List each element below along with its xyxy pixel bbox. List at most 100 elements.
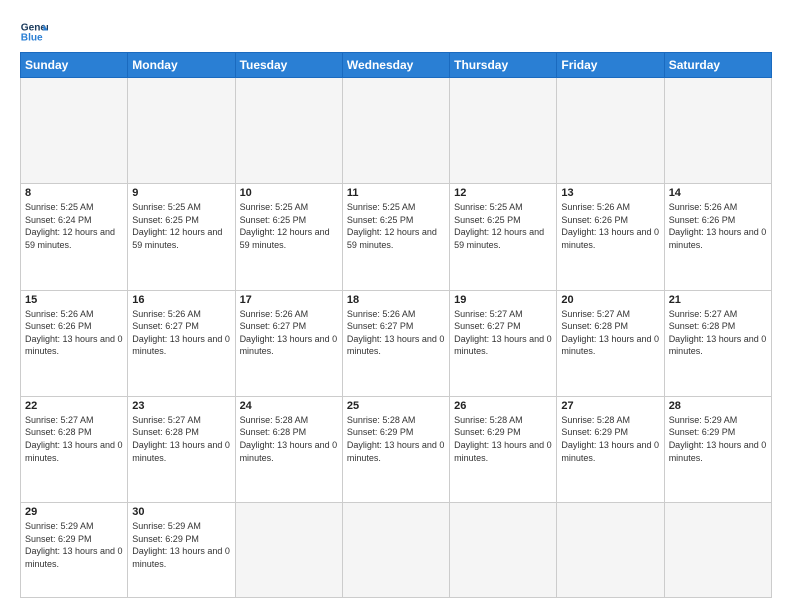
calendar-week-4: 22 Sunrise: 5:27 AMSunset: 6:28 PMDayligh… [21,396,772,502]
day-info: Sunrise: 5:28 AMSunset: 6:29 PMDaylight:… [561,415,659,463]
weekday-header-tuesday: Tuesday [235,53,342,78]
calendar-day-10: 10 Sunrise: 5:25 AMSunset: 6:25 PMDayligh… [235,184,342,290]
calendar-header-row: SundayMondayTuesdayWednesdayThursdayFrid… [21,53,772,78]
calendar-day-15: 15 Sunrise: 5:26 AMSunset: 6:26 PMDayligh… [21,290,128,396]
calendar-day-27: 27 Sunrise: 5:28 AMSunset: 6:29 PMDayligh… [557,396,664,502]
day-info: Sunrise: 5:25 AMSunset: 6:25 PMDaylight:… [347,202,437,250]
day-info: Sunrise: 5:26 AMSunset: 6:26 PMDaylight:… [25,309,123,357]
calendar-empty [21,78,128,184]
calendar-day-14: 14 Sunrise: 5:26 AMSunset: 6:26 PMDayligh… [664,184,771,290]
day-number: 28 [669,400,767,412]
day-info: Sunrise: 5:29 AMSunset: 6:29 PMDaylight:… [25,521,123,569]
day-info: Sunrise: 5:27 AMSunset: 6:28 PMDaylight:… [132,415,230,463]
weekday-header-saturday: Saturday [664,53,771,78]
calendar-empty [664,78,771,184]
day-info: Sunrise: 5:25 AMSunset: 6:24 PMDaylight:… [25,202,115,250]
calendar-day-26: 26 Sunrise: 5:28 AMSunset: 6:29 PMDayligh… [450,396,557,502]
calendar-week-1 [21,78,772,184]
day-info: Sunrise: 5:26 AMSunset: 6:26 PMDaylight:… [669,202,767,250]
day-number: 18 [347,294,445,306]
calendar-day-23: 23 Sunrise: 5:27 AMSunset: 6:28 PMDayligh… [128,396,235,502]
calendar-day-24: 24 Sunrise: 5:28 AMSunset: 6:28 PMDayligh… [235,396,342,502]
day-number: 9 [132,187,230,199]
calendar-day-19: 19 Sunrise: 5:27 AMSunset: 6:27 PMDayligh… [450,290,557,396]
svg-text:Blue: Blue [21,33,43,44]
calendar-day-22: 22 Sunrise: 5:27 AMSunset: 6:28 PMDayligh… [21,396,128,502]
day-number: 27 [561,400,659,412]
calendar-week-3: 15 Sunrise: 5:26 AMSunset: 6:26 PMDayligh… [21,290,772,396]
logo-icon: General Blue [20,18,48,46]
calendar-empty [450,503,557,598]
day-number: 29 [25,506,123,518]
calendar-empty [342,503,449,598]
calendar-day-12: 12 Sunrise: 5:25 AMSunset: 6:25 PMDayligh… [450,184,557,290]
calendar-table: SundayMondayTuesdayWednesdayThursdayFrid… [20,52,772,598]
calendar-day-16: 16 Sunrise: 5:26 AMSunset: 6:27 PMDayligh… [128,290,235,396]
calendar-day-13: 13 Sunrise: 5:26 AMSunset: 6:26 PMDayligh… [557,184,664,290]
day-number: 21 [669,294,767,306]
day-info: Sunrise: 5:28 AMSunset: 6:28 PMDaylight:… [240,415,338,463]
day-number: 12 [454,187,552,199]
calendar-empty [557,78,664,184]
day-info: Sunrise: 5:28 AMSunset: 6:29 PMDaylight:… [454,415,552,463]
calendar-day-21: 21 Sunrise: 5:27 AMSunset: 6:28 PMDayligh… [664,290,771,396]
day-number: 14 [669,187,767,199]
calendar-day-11: 11 Sunrise: 5:25 AMSunset: 6:25 PMDayligh… [342,184,449,290]
day-info: Sunrise: 5:25 AMSunset: 6:25 PMDaylight:… [240,202,330,250]
day-number: 13 [561,187,659,199]
logo: General Blue [20,18,48,46]
day-number: 25 [347,400,445,412]
weekday-header-sunday: Sunday [21,53,128,78]
calendar-empty [235,78,342,184]
calendar-day-25: 25 Sunrise: 5:28 AMSunset: 6:29 PMDayligh… [342,396,449,502]
day-info: Sunrise: 5:25 AMSunset: 6:25 PMDaylight:… [132,202,222,250]
day-number: 15 [25,294,123,306]
calendar-day-9: 9 Sunrise: 5:25 AMSunset: 6:25 PMDaylight… [128,184,235,290]
calendar-week-2: 8 Sunrise: 5:25 AMSunset: 6:24 PMDaylight… [21,184,772,290]
day-info: Sunrise: 5:26 AMSunset: 6:27 PMDaylight:… [240,309,338,357]
calendar-empty [664,503,771,598]
day-number: 16 [132,294,230,306]
calendar-empty [235,503,342,598]
calendar-day-30: 30 Sunrise: 5:29 AMSunset: 6:29 PMDayligh… [128,503,235,598]
day-info: Sunrise: 5:27 AMSunset: 6:28 PMDaylight:… [669,309,767,357]
day-info: Sunrise: 5:26 AMSunset: 6:26 PMDaylight:… [561,202,659,250]
page: General Blue SundayMondayTuesdayWednesda… [0,0,792,612]
day-number: 26 [454,400,552,412]
calendar-day-29: 29 Sunrise: 5:29 AMSunset: 6:29 PMDayligh… [21,503,128,598]
day-number: 30 [132,506,230,518]
calendar-empty [557,503,664,598]
calendar-day-20: 20 Sunrise: 5:27 AMSunset: 6:28 PMDayligh… [557,290,664,396]
day-info: Sunrise: 5:26 AMSunset: 6:27 PMDaylight:… [132,309,230,357]
weekday-header-thursday: Thursday [450,53,557,78]
day-number: 20 [561,294,659,306]
day-number: 23 [132,400,230,412]
day-info: Sunrise: 5:27 AMSunset: 6:28 PMDaylight:… [561,309,659,357]
weekday-header-monday: Monday [128,53,235,78]
day-number: 19 [454,294,552,306]
calendar-day-18: 18 Sunrise: 5:26 AMSunset: 6:27 PMDayligh… [342,290,449,396]
calendar-day-28: 28 Sunrise: 5:29 AMSunset: 6:29 PMDayligh… [664,396,771,502]
day-info: Sunrise: 5:28 AMSunset: 6:29 PMDaylight:… [347,415,445,463]
day-number: 17 [240,294,338,306]
day-info: Sunrise: 5:29 AMSunset: 6:29 PMDaylight:… [669,415,767,463]
day-number: 8 [25,187,123,199]
day-number: 22 [25,400,123,412]
day-info: Sunrise: 5:29 AMSunset: 6:29 PMDaylight:… [132,521,230,569]
day-info: Sunrise: 5:27 AMSunset: 6:28 PMDaylight:… [25,415,123,463]
day-info: Sunrise: 5:26 AMSunset: 6:27 PMDaylight:… [347,309,445,357]
calendar-body: 8 Sunrise: 5:25 AMSunset: 6:24 PMDaylight… [21,78,772,598]
weekday-header-friday: Friday [557,53,664,78]
calendar-day-17: 17 Sunrise: 5:26 AMSunset: 6:27 PMDayligh… [235,290,342,396]
calendar-empty [128,78,235,184]
day-info: Sunrise: 5:25 AMSunset: 6:25 PMDaylight:… [454,202,544,250]
day-number: 11 [347,187,445,199]
day-number: 24 [240,400,338,412]
day-info: Sunrise: 5:27 AMSunset: 6:27 PMDaylight:… [454,309,552,357]
weekday-header-wednesday: Wednesday [342,53,449,78]
calendar-empty [342,78,449,184]
calendar-empty [450,78,557,184]
calendar-day-8: 8 Sunrise: 5:25 AMSunset: 6:24 PMDaylight… [21,184,128,290]
day-number: 10 [240,187,338,199]
calendar-week-5: 29 Sunrise: 5:29 AMSunset: 6:29 PMDayligh… [21,503,772,598]
